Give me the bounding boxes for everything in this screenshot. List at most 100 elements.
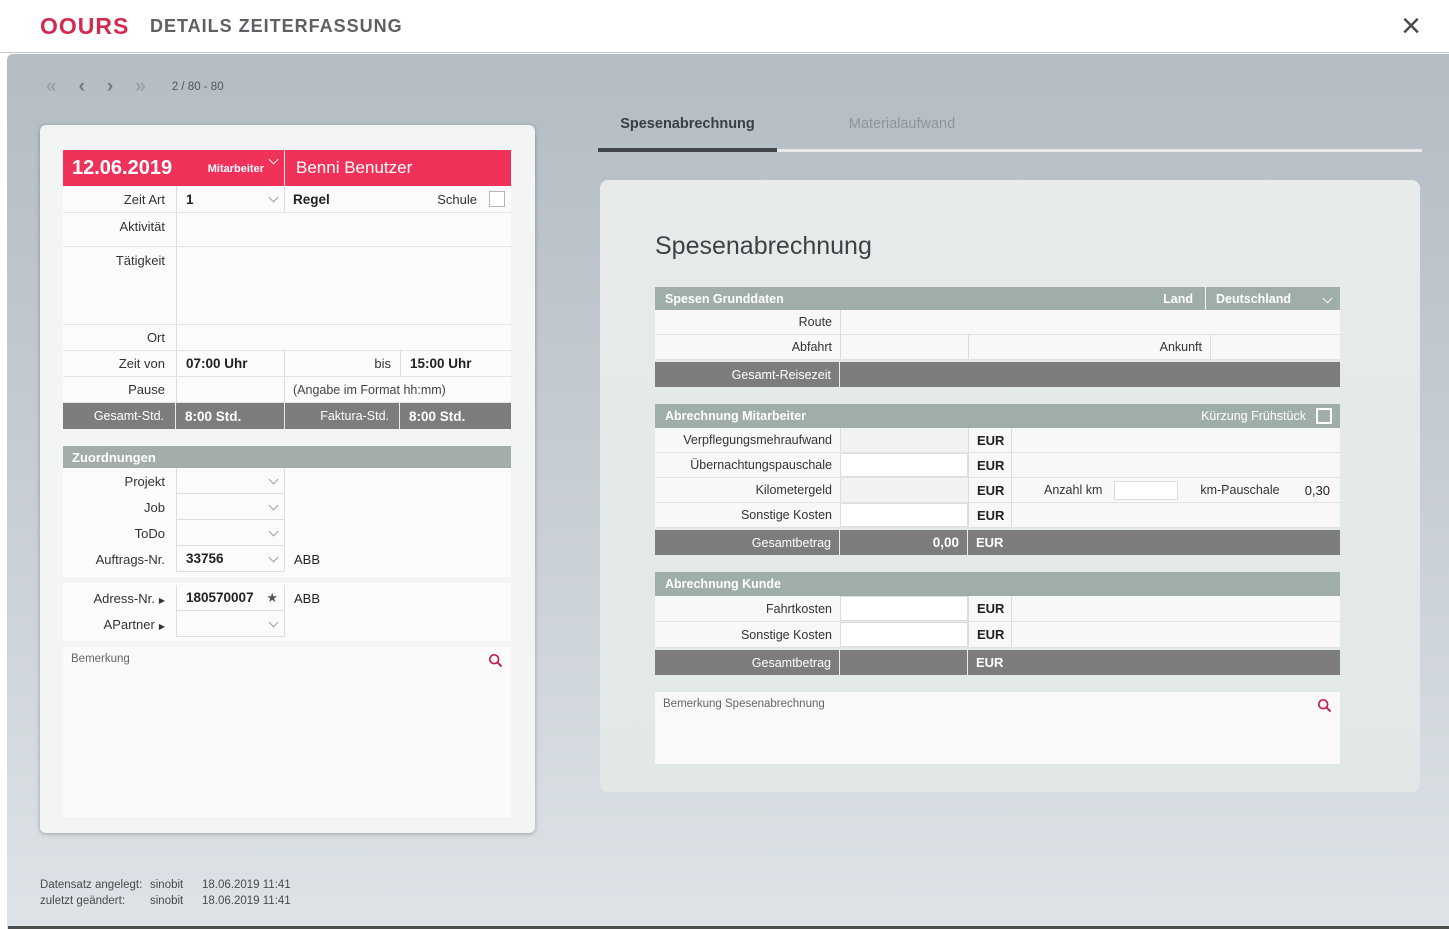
kunde-sonstige-input[interactable] — [841, 623, 967, 646]
sonstige-kosten-input[interactable] — [841, 504, 967, 526]
currency-label: EUR — [968, 428, 1012, 452]
faktura-std-label: Faktura-Std. — [285, 403, 400, 429]
job-label: Job — [144, 499, 165, 515]
sonstige-kosten-field[interactable] — [840, 503, 968, 527]
reisezeit-value — [840, 362, 1340, 387]
tab-materialaufwand[interactable]: Materialaufwand — [777, 116, 1027, 132]
nav-last-icon[interactable]: » — [135, 76, 146, 98]
zeit-art-type: Regel — [293, 191, 330, 207]
currency-label: EUR — [968, 622, 1012, 647]
projekt-select[interactable] — [176, 468, 285, 494]
schule-checkbox[interactable] — [489, 191, 505, 207]
kunde-sonstige-label: Sonstige Kosten — [740, 627, 832, 642]
km-pauschale-label: km-Pauschale — [1200, 483, 1280, 497]
zuordnungen-header: Zuordnungen — [63, 446, 511, 468]
todo-select[interactable] — [176, 520, 285, 546]
auftrag-select[interactable]: 33756 — [176, 546, 285, 572]
bemerkung-textarea[interactable]: Bemerkung — [63, 647, 511, 817]
chevron-down-icon — [268, 526, 279, 536]
gesamtbetrag-label: Gesamtbetrag — [655, 650, 840, 675]
chevron-down-icon[interactable] — [1322, 293, 1333, 304]
star-icon[interactable]: ★ — [266, 590, 278, 606]
kilometergeld-label: Kilometergeld — [755, 483, 832, 497]
modified-label: zuletzt geändert: — [40, 895, 126, 907]
tab-spesenabrechnung[interactable]: Spesenabrechnung — [598, 116, 777, 132]
kunde-sonstige-field[interactable] — [840, 622, 968, 647]
route-field[interactable] — [840, 310, 1340, 334]
apartner-select[interactable] — [176, 611, 285, 637]
bis-label: bis — [374, 356, 391, 371]
expense-panel-title: Spesenabrechnung — [655, 232, 872, 260]
kilometergeld-row: Kilometergeld EUR Anzahl km km-Pauschale… — [655, 478, 1340, 503]
row-filler — [1012, 453, 1340, 477]
modified-user: sinobit — [150, 895, 184, 907]
nav-first-icon[interactable]: « — [46, 76, 57, 98]
fahrtkosten-input[interactable] — [841, 597, 967, 620]
ort-field[interactable] — [176, 325, 511, 350]
aktivitaet-label: Aktivität — [119, 219, 165, 234]
gesamtbetrag-value: 0,00 — [840, 530, 968, 555]
job-select[interactable] — [176, 494, 285, 520]
row-filler — [1012, 428, 1340, 452]
kuerzung-checkbox[interactable] — [1316, 408, 1332, 424]
row-filler — [1012, 622, 1340, 647]
uebernachtung-input[interactable] — [841, 454, 967, 476]
role-selector[interactable]: Mitarbeiter — [208, 163, 264, 175]
close-icon[interactable]: × — [1401, 6, 1421, 46]
nav-next-icon[interactable]: › — [107, 76, 113, 98]
chevron-down-icon[interactable] — [268, 154, 279, 165]
sonstige-kosten-row: Sonstige Kosten EUR — [655, 503, 1340, 528]
search-icon[interactable] — [1317, 698, 1332, 718]
bemerkung-spesen-textarea[interactable]: Bemerkung Spesenabrechnung — [655, 692, 1340, 764]
zeit-von-label: Zeit von — [118, 356, 165, 371]
pause-field[interactable] — [176, 377, 285, 402]
abfahrt-field[interactable] — [840, 335, 968, 359]
abfahrt-label: Abfahrt — [791, 340, 832, 354]
verpflegung-field — [840, 428, 968, 452]
currency-label: EUR — [968, 596, 1012, 621]
adress-field[interactable]: 180570007 ★ — [176, 585, 285, 611]
schule-label: Schule — [437, 191, 477, 207]
triangle-right-icon[interactable]: ▶ — [159, 622, 165, 631]
currency-label: EUR — [976, 535, 1004, 550]
route-row: Route — [655, 310, 1340, 335]
record-position: 2 / 80 - 80 — [171, 81, 224, 93]
projekt-label: Projekt — [124, 473, 165, 489]
created-timestamp: 18.06.2019 11:41 — [202, 879, 291, 891]
gesamt-std-value: 8:00 Std. — [176, 403, 285, 429]
entry-header: 12.06.2019 Mitarbeiter Benni Benutzer — [63, 150, 511, 186]
land-label: Land — [1163, 291, 1193, 306]
totals-bar: Gesamt-Std. 8:00 Std. Faktura-Std. 8:00 … — [63, 403, 511, 429]
zeit-bis-field[interactable]: 15:00 Uhr — [400, 351, 511, 376]
aktivitaet-field[interactable] — [176, 213, 511, 246]
bemerkung-spesen-label: Bemerkung Spesenabrechnung — [663, 698, 825, 710]
nav-prev-icon[interactable]: ‹ — [79, 76, 85, 98]
mitarbeiter-gesamt-bar: Gesamtbetrag 0,00 EUR — [655, 530, 1340, 555]
pause-label: Pause — [128, 382, 165, 397]
grunddaten-title: Spesen Grunddaten — [665, 291, 784, 306]
ankunft-field[interactable] — [1210, 335, 1340, 359]
chevron-down-icon — [268, 192, 279, 203]
triangle-right-icon[interactable]: ▶ — [159, 596, 165, 605]
land-select[interactable]: Deutschland — [1206, 292, 1324, 306]
adress-value: 180570007 — [186, 590, 254, 605]
zeit-von-field[interactable]: 07:00 Uhr — [176, 351, 285, 376]
zeit-art-select[interactable]: 1 — [176, 186, 285, 212]
ort-label: Ort — [146, 330, 165, 345]
page-title: DETAILS ZEITERFASSUNG — [150, 16, 403, 36]
uebernachtung-field[interactable] — [840, 453, 968, 477]
chevron-down-icon — [268, 552, 279, 562]
entry-date[interactable]: 12.06.2019 — [63, 157, 172, 179]
verpflegung-label: Verpflegungsmehraufwand — [683, 433, 832, 447]
search-icon[interactable] — [488, 653, 503, 673]
tab-active-underline — [598, 148, 777, 152]
row-filler — [1012, 596, 1340, 621]
fahrtkosten-row: Fahrtkosten EUR — [655, 596, 1340, 622]
chevron-down-icon — [268, 617, 279, 627]
taetigkeit-field[interactable] — [176, 247, 511, 324]
anzahl-km-input[interactable] — [1114, 480, 1179, 500]
fahrtkosten-field[interactable] — [840, 596, 968, 621]
auftrag-value: 33756 — [186, 551, 224, 566]
projekt-row: Projekt — [63, 468, 511, 494]
chevron-down-icon — [268, 474, 279, 484]
